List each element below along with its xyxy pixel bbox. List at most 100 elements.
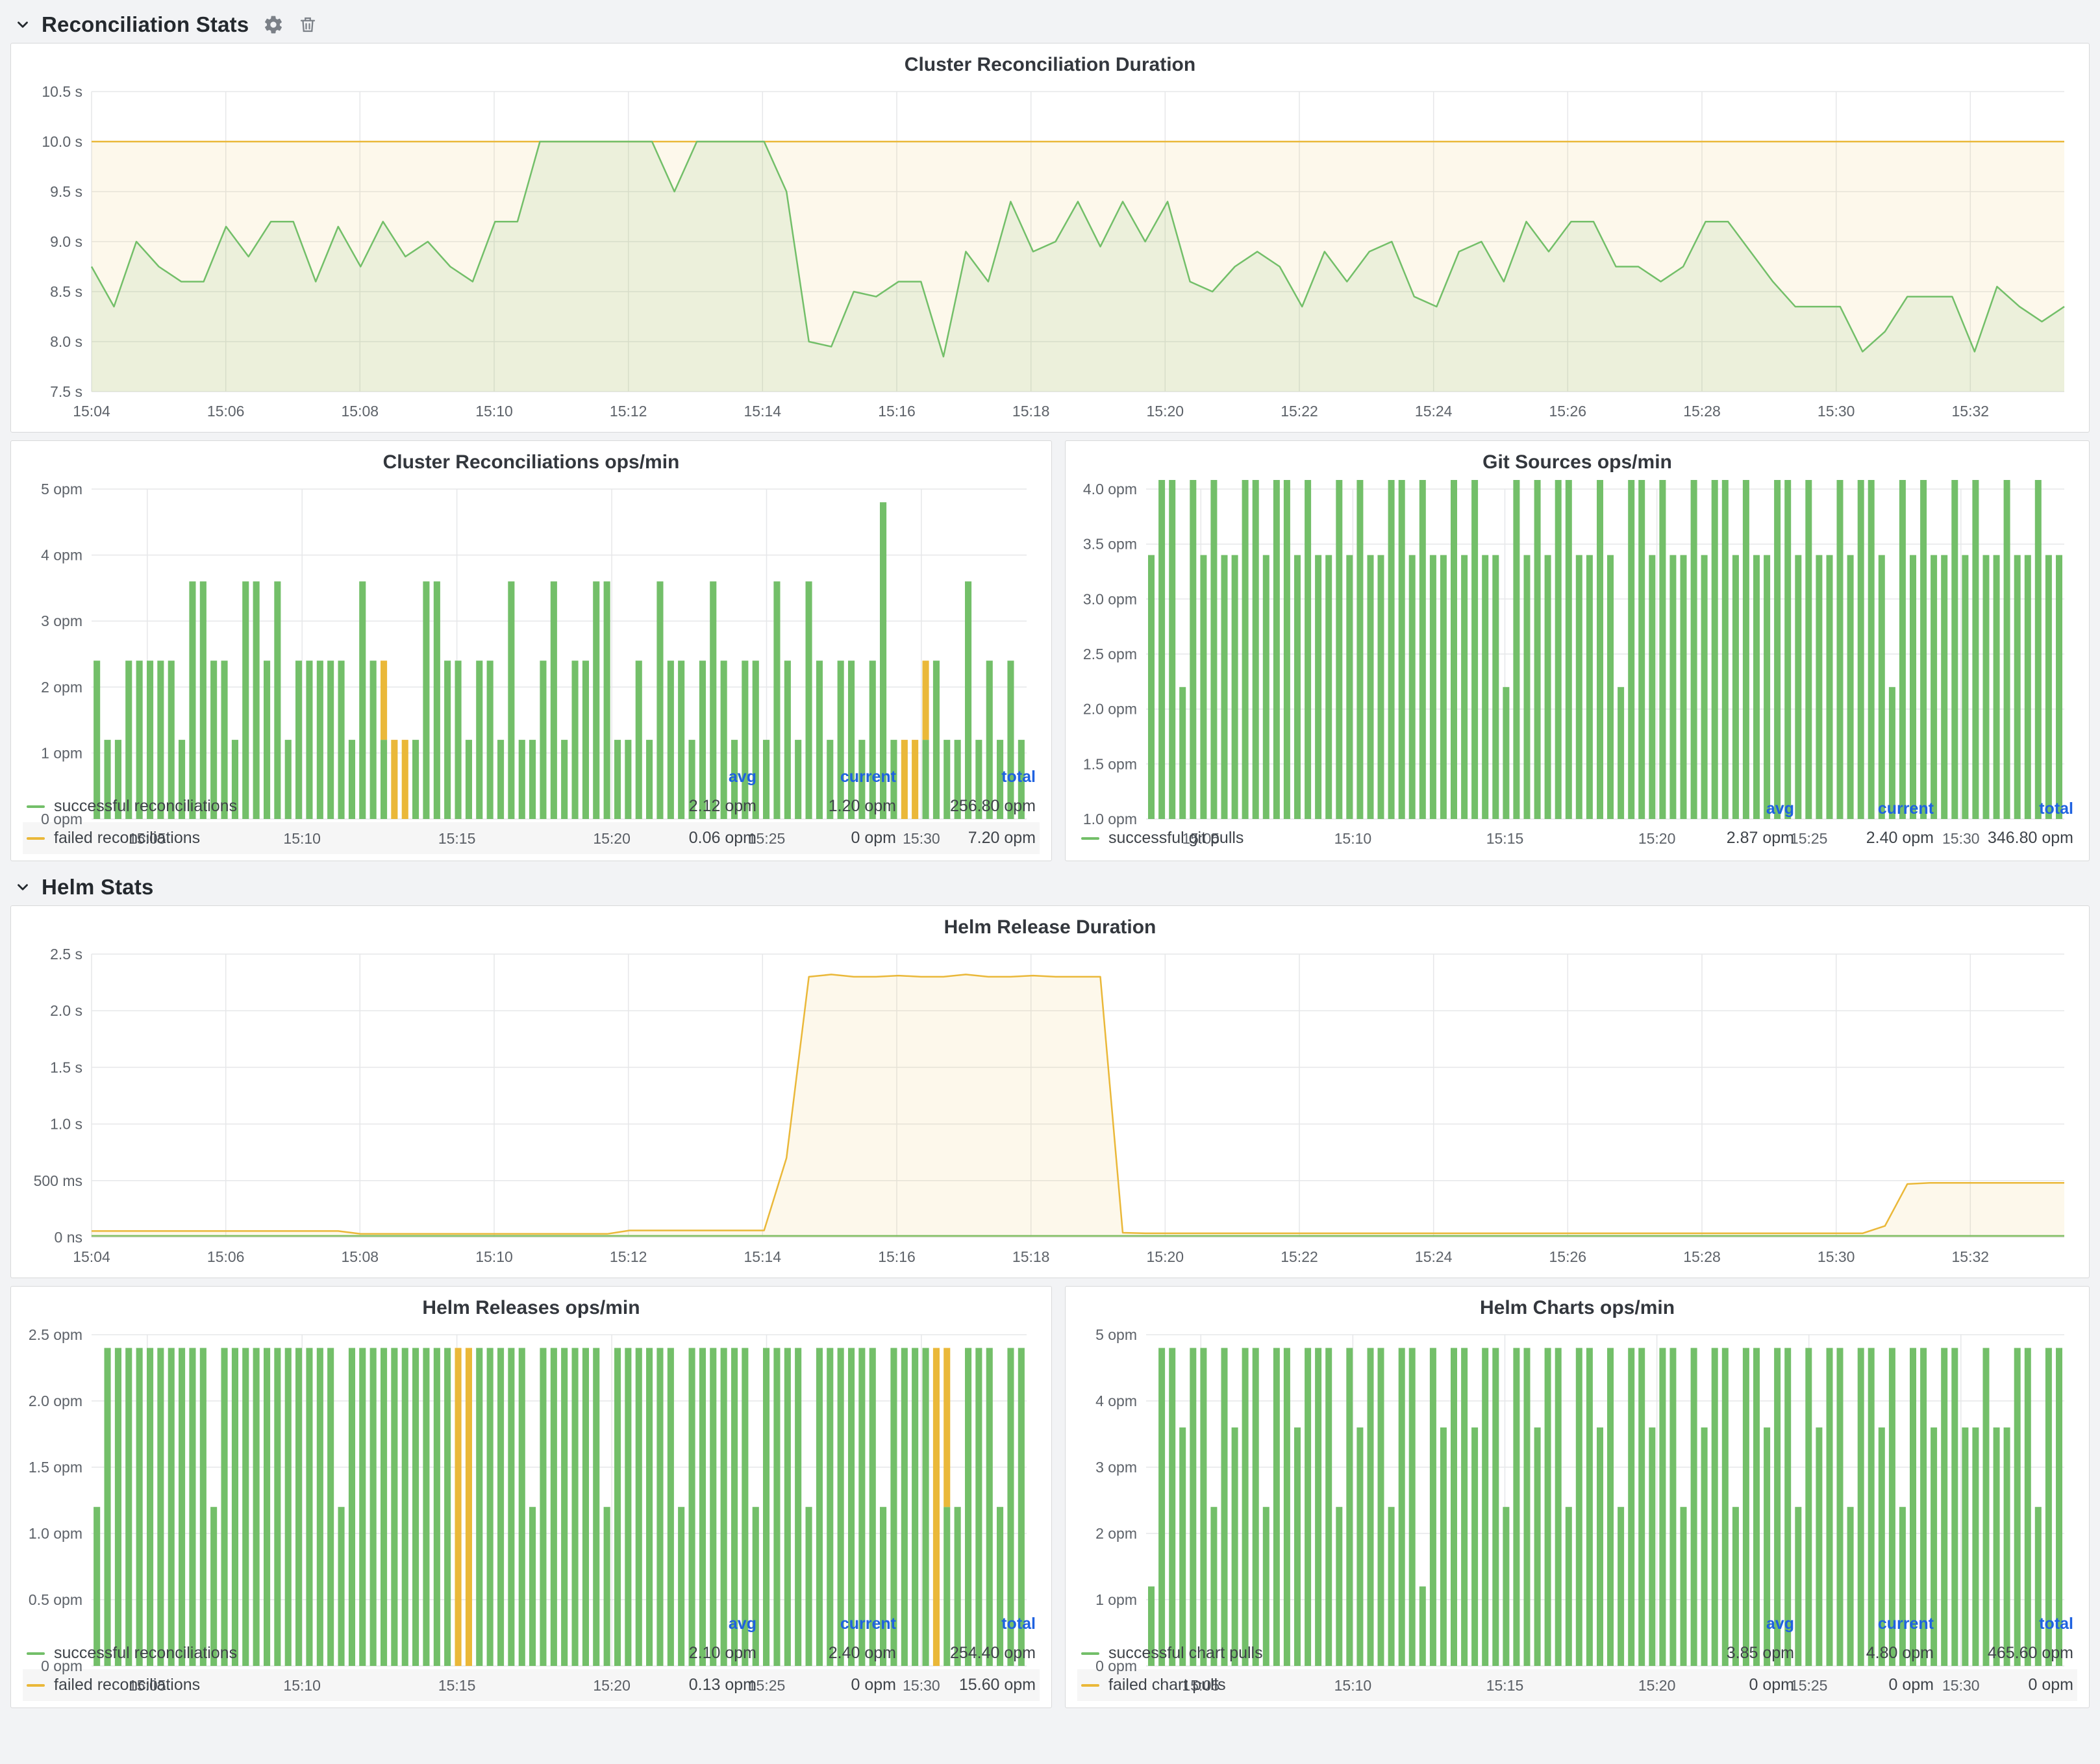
legend-row: successful git pulls2.87 opm2.40 opm346.… <box>1077 822 2077 854</box>
panel-title[interactable]: Cluster Reconciliations ops/min <box>19 446 1044 480</box>
legend-column-current[interactable]: current <box>1794 1615 1934 1633</box>
legend-value: 254.40 opm <box>896 1644 1036 1663</box>
legend: avgcurrenttotal successful reconciliation… <box>19 1608 1044 1701</box>
svg-text:15:26: 15:26 <box>1549 1248 1587 1265</box>
svg-text:2.0 opm: 2.0 opm <box>1083 701 1137 718</box>
legend-series-name: failed reconciliations <box>54 1676 200 1695</box>
chart-cluster-reconciliation-duration[interactable]: 7.5 s8.0 s8.5 s9.0 s9.5 s10.0 s10.5 s15:… <box>19 82 2081 425</box>
legend-series-toggle[interactable]: failed reconciliations <box>27 1676 617 1695</box>
legend-column-current[interactable]: current <box>1794 800 1934 818</box>
legend-series-toggle[interactable]: failed reconciliations <box>27 829 617 848</box>
legend-row: failed reconciliations0.06 opm0 opm7.20 … <box>23 822 1040 854</box>
svg-text:3 opm: 3 opm <box>1095 1459 1137 1476</box>
legend-column-total[interactable]: total <box>896 1615 1036 1633</box>
series-swatch-icon <box>27 805 45 808</box>
legend-header: avgcurrenttotal <box>1077 1609 2077 1637</box>
panel-title[interactable]: Helm Releases ops/min <box>19 1292 1044 1326</box>
legend-value: 2.40 opm <box>1794 829 1934 848</box>
legend-column-avg[interactable]: avg <box>617 768 756 787</box>
svg-text:15:06: 15:06 <box>207 1248 245 1265</box>
legend-series-toggle[interactable]: successful chart pulls <box>1081 1644 1655 1663</box>
legend-column-current[interactable]: current <box>756 1615 896 1633</box>
legend-value: 0 opm <box>1794 1676 1934 1695</box>
panel-title[interactable]: Helm Charts ops/min <box>1073 1292 2081 1326</box>
svg-text:15:30: 15:30 <box>1818 1248 1855 1265</box>
legend: avgcurrenttotalsuccessful chart pulls3.8… <box>1073 1608 2081 1701</box>
legend-column-avg[interactable]: avg <box>1655 1615 1794 1633</box>
legend-row: successful reconciliations2.12 opm1.20 o… <box>23 790 1040 822</box>
svg-text:2 opm: 2 opm <box>1095 1525 1137 1542</box>
svg-text:4 opm: 4 opm <box>41 547 82 564</box>
legend-series-toggle[interactable]: successful git pulls <box>1081 829 1655 848</box>
svg-text:15:04: 15:04 <box>73 403 110 420</box>
panel-title[interactable]: Cluster Reconciliation Duration <box>19 49 2081 82</box>
svg-text:15:22: 15:22 <box>1281 1248 1318 1265</box>
svg-text:15:14: 15:14 <box>744 403 782 420</box>
legend-series-toggle[interactable]: failed chart pulls <box>1081 1676 1655 1695</box>
legend-value: 0 opm <box>1655 1676 1794 1695</box>
svg-text:15:18: 15:18 <box>1012 403 1050 420</box>
series-swatch-icon <box>27 1652 45 1655</box>
svg-text:15:08: 15:08 <box>342 403 379 420</box>
chart-helm-charts-opm[interactable]: 0 opm1 opm2 opm3 opm4 opm5 opm15:0515:10… <box>1073 1326 2081 1608</box>
svg-text:2 opm: 2 opm <box>41 679 82 696</box>
svg-text:0.5 opm: 0.5 opm <box>29 1591 82 1608</box>
legend-value: 4.80 opm <box>1794 1644 1934 1663</box>
svg-text:8.0 s: 8.0 s <box>50 333 82 350</box>
svg-text:15:28: 15:28 <box>1683 403 1721 420</box>
series-swatch-icon <box>1081 1684 1099 1687</box>
svg-text:15:20: 15:20 <box>1147 403 1184 420</box>
gear-icon[interactable] <box>263 14 284 35</box>
legend-column-total[interactable]: total <box>896 768 1036 787</box>
svg-text:9.5 s: 9.5 s <box>50 183 82 200</box>
svg-text:8.5 s: 8.5 s <box>50 283 82 300</box>
svg-text:3.5 opm: 3.5 opm <box>1083 536 1137 553</box>
panel-title[interactable]: Git Sources ops/min <box>1073 446 2081 480</box>
chart-helm-releases-opm[interactable]: 0 opm0.5 opm1.0 opm1.5 opm2.0 opm2.5 opm… <box>19 1326 1044 1608</box>
section-title[interactable]: Helm Stats <box>42 875 154 900</box>
chart-canvas: 7.5 s8.0 s8.5 s9.0 s9.5 s10.0 s10.5 s15:… <box>19 82 2081 425</box>
trash-icon[interactable] <box>298 15 318 34</box>
chart-helm-release-duration[interactable]: 0 ns500 ms1.0 s1.5 s2.0 s2.5 s15:0415:06… <box>19 945 2081 1271</box>
panel-title[interactable]: Helm Release Duration <box>19 911 2081 945</box>
section-header-helm-stats: Helm Stats <box>10 869 2090 905</box>
svg-text:15:14: 15:14 <box>744 1248 782 1265</box>
chevron-down-icon[interactable] <box>14 16 31 33</box>
legend-column-avg[interactable]: avg <box>1655 800 1794 818</box>
legend-series-toggle[interactable]: successful reconciliations <box>27 1644 617 1663</box>
svg-text:2.5 s: 2.5 s <box>50 946 82 963</box>
legend-header: avgcurrenttotal <box>23 1609 1040 1637</box>
legend-value: 2.40 opm <box>756 1644 896 1663</box>
series-swatch-icon <box>1081 837 1099 840</box>
section-title[interactable]: Reconciliation Stats <box>42 12 249 37</box>
chart-git-sources-opm[interactable]: 1.0 opm1.5 opm2.0 opm2.5 opm3.0 opm3.5 o… <box>1073 480 2081 793</box>
legend-value: 0.06 opm <box>617 829 756 848</box>
legend-column-total[interactable]: total <box>1934 1615 2073 1633</box>
section-header-reconciliation-stats: Reconciliation Stats <box>10 6 2090 43</box>
svg-text:7.5 s: 7.5 s <box>50 383 82 400</box>
svg-text:15:08: 15:08 <box>342 1248 379 1265</box>
legend-column-total[interactable]: total <box>1934 800 2073 818</box>
legend-series-name: failed reconciliations <box>54 829 200 848</box>
svg-text:500 ms: 500 ms <box>34 1172 82 1189</box>
chart-cluster-reconciliations-opm[interactable]: 0 opm1 opm2 opm3 opm4 opm5 opm15:0515:10… <box>19 480 1044 761</box>
series-swatch-icon <box>27 1684 45 1687</box>
svg-text:2.0 s: 2.0 s <box>50 1002 82 1019</box>
svg-text:1.5 s: 1.5 s <box>50 1059 82 1076</box>
legend-column-current[interactable]: current <box>756 768 896 787</box>
svg-text:2.5 opm: 2.5 opm <box>29 1326 82 1343</box>
svg-text:5 opm: 5 opm <box>41 481 82 498</box>
legend-header: avgcurrenttotal <box>23 762 1040 790</box>
legend-value: 0.13 opm <box>617 1676 756 1695</box>
legend-column-avg[interactable]: avg <box>617 1615 756 1633</box>
svg-text:15:32: 15:32 <box>1952 1248 1990 1265</box>
svg-text:2.5 opm: 2.5 opm <box>1083 646 1137 662</box>
svg-text:15:20: 15:20 <box>1147 1248 1184 1265</box>
panel-cluster-reconciliations-opm: Cluster Reconciliations ops/min 0 opm1 o… <box>10 440 1052 861</box>
svg-text:15:22: 15:22 <box>1281 403 1318 420</box>
legend-series-toggle[interactable]: successful reconciliations <box>27 797 617 816</box>
legend-value: 2.10 opm <box>617 1644 756 1663</box>
chevron-down-icon[interactable] <box>14 879 31 896</box>
svg-text:15:16: 15:16 <box>878 403 916 420</box>
legend-value: 15.60 opm <box>896 1676 1036 1695</box>
